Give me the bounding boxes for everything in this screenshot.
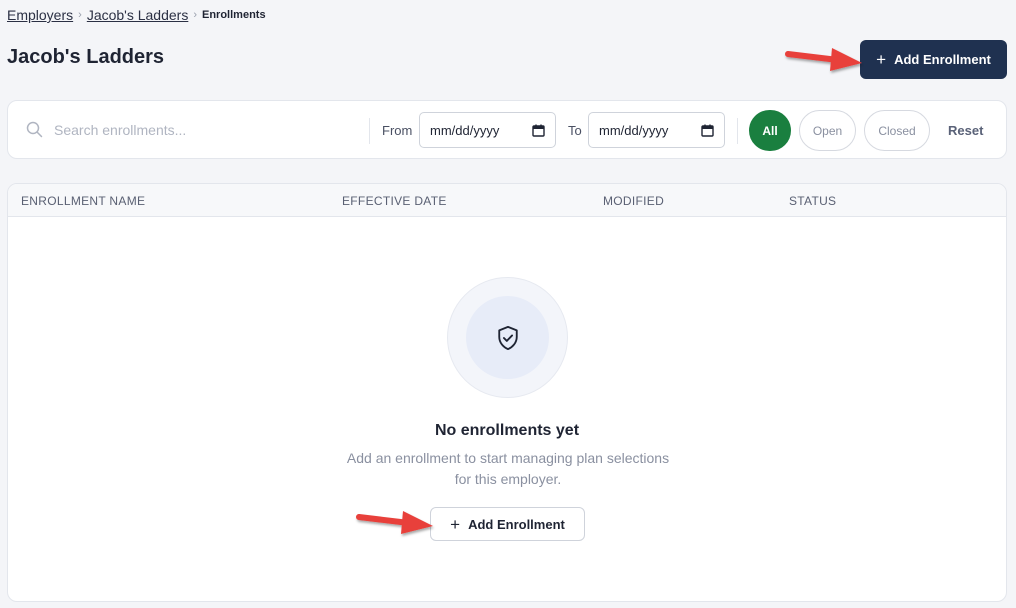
page-title: Jacob's Ladders xyxy=(7,46,165,68)
plus-icon: + xyxy=(876,50,887,69)
shield-check-icon xyxy=(497,325,518,350)
table-header: ENROLLMENT NAME EFFECTIVE DATE MODIFIED … xyxy=(8,184,1006,217)
add-enrollment-label: Add Enrollment xyxy=(894,52,991,67)
to-label: To xyxy=(568,123,582,138)
breadcrumb-employer[interactable]: Jacob's Ladders xyxy=(87,7,189,23)
to-date-value: mm/dd/yyyy xyxy=(599,122,669,138)
annotation-arrow-icon xyxy=(356,511,433,534)
breadcrumb-separator-icon: › xyxy=(193,9,197,21)
status-filter-all[interactable]: All xyxy=(749,110,791,151)
plus-icon: + xyxy=(450,514,461,534)
from-date-input[interactable]: mm/dd/yyyy xyxy=(419,112,556,148)
enrollments-table: ENROLLMENT NAME EFFECTIVE DATE MODIFIED … xyxy=(7,183,1007,602)
breadcrumb-employers[interactable]: Employers xyxy=(7,7,73,23)
empty-state-add-enrollment-button[interactable]: + Add Enrollment xyxy=(430,507,585,541)
breadcrumb-separator-icon: › xyxy=(78,9,82,21)
to-date-input[interactable]: mm/dd/yyyy xyxy=(588,112,725,148)
status-filter-open[interactable]: Open xyxy=(799,110,856,151)
calendar-icon[interactable] xyxy=(532,124,545,137)
annotation-arrow-icon xyxy=(785,48,862,71)
column-header-effective-date[interactable]: EFFECTIVE DATE xyxy=(342,194,447,208)
breadcrumb-current: Enrollments xyxy=(202,9,266,21)
reset-button[interactable]: Reset xyxy=(948,123,983,138)
search-input[interactable] xyxy=(52,117,352,143)
filter-bar: From mm/dd/yyyy To mm/dd/yyyy All Open C… xyxy=(7,100,1007,159)
from-label: From xyxy=(382,123,413,138)
enrollments-page: Employers › Jacob's Ladders › Enrollment… xyxy=(0,0,1016,608)
add-enrollment-button[interactable]: + Add Enrollment xyxy=(860,40,1007,79)
column-header-status[interactable]: STATUS xyxy=(789,194,836,208)
column-header-enrollment-name[interactable]: ENROLLMENT NAME xyxy=(21,194,145,208)
empty-state-illustration xyxy=(447,277,568,398)
from-date-value: mm/dd/yyyy xyxy=(430,122,500,138)
breadcrumb: Employers › Jacob's Ladders › Enrollment… xyxy=(7,7,266,23)
empty-state-add-enrollment-label: Add Enrollment xyxy=(468,516,565,532)
empty-state-title: No enrollments yet xyxy=(434,422,580,439)
calendar-icon[interactable] xyxy=(701,124,714,137)
filter-divider xyxy=(737,118,738,144)
search-icon xyxy=(26,121,43,138)
empty-state-description: Add an enrollment to start managing plan… xyxy=(346,450,670,487)
status-filter-closed[interactable]: Closed xyxy=(864,110,930,151)
filter-divider xyxy=(369,118,370,144)
column-header-modified[interactable]: MODIFIED xyxy=(603,194,664,208)
